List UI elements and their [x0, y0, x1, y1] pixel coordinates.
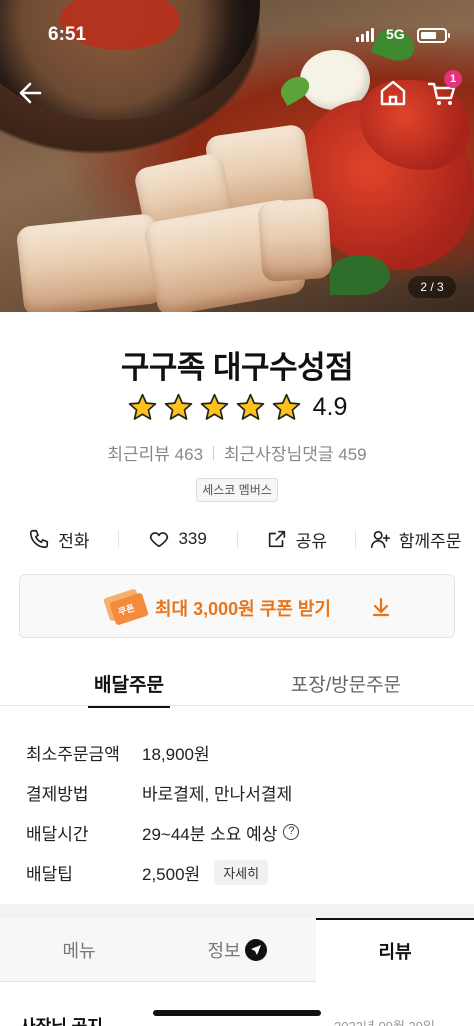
- tab-pickup[interactable]: 포장/방문주문: [280, 670, 412, 697]
- status-time: 6:51: [48, 24, 87, 45]
- person-plus-icon: [370, 530, 390, 549]
- group-order-label: 함께주문: [398, 531, 462, 551]
- store-actions: 전화 339 공유 함께주문: [0, 520, 474, 558]
- rating-value: 4.9: [312, 393, 348, 421]
- star-icon: [164, 393, 192, 420]
- owner-replies-link[interactable]: 최근사장님댓글 459: [224, 440, 367, 465]
- order-type-tabs: 배달주문 포장/방문주문: [0, 664, 474, 708]
- group-order-button[interactable]: 함께주문: [356, 527, 474, 552]
- tip-detail-button[interactable]: 자세히: [214, 859, 269, 885]
- tab-info[interactable]: 정보: [158, 918, 316, 982]
- home-icon[interactable]: [376, 76, 410, 110]
- help-icon[interactable]: ?: [283, 824, 300, 840]
- divider: [213, 445, 215, 460]
- recent-reviews-link[interactable]: 최근리뷰 463: [107, 440, 203, 465]
- cesco-member-badge: 세스코 멤버스: [196, 478, 278, 502]
- info-row-delivery-time: 배달시간 29~44분 소요 예상 ?: [26, 812, 456, 852]
- back-arrow-icon[interactable]: [14, 76, 48, 110]
- content-tabs: 메뉴 정보 리뷰: [0, 918, 474, 982]
- info-row-payment: 결제방법 바로결제, 만나서결제: [26, 784, 293, 804]
- download-arrow-icon: [372, 597, 390, 617]
- tab-review[interactable]: 리뷰: [316, 918, 474, 982]
- review-counts[interactable]: 최근리뷰 463 최근사장님댓글 459: [0, 440, 474, 465]
- heart-icon: [150, 532, 169, 548]
- coupon-ticket-icon: 쿠폰: [103, 588, 149, 626]
- status-bar: 6:51 5G: [0, 24, 474, 52]
- coupon-download-button[interactable]: 쿠폰 최대 3,000원 쿠폰 받기: [19, 574, 455, 638]
- battery-icon: [417, 28, 450, 43]
- owner-notice-title: 사장님 공지: [20, 1012, 103, 1026]
- like-count: 339: [178, 529, 207, 548]
- store-name: 구구족 대구수성점: [120, 350, 354, 385]
- coupon-label: 최대 3,000원 쿠폰 받기: [155, 599, 331, 619]
- share-icon: [268, 530, 285, 548]
- phone-icon: [30, 529, 49, 549]
- tab-menu[interactable]: 메뉴: [0, 918, 158, 982]
- star-icon: [200, 393, 228, 420]
- signal-icon: [356, 28, 374, 42]
- call-label: 전화: [58, 531, 90, 551]
- home-indicator[interactable]: [153, 1010, 321, 1016]
- tab-delivery[interactable]: 배달주문: [88, 670, 170, 708]
- star-icon: [272, 393, 300, 420]
- cart-count-badge: 1: [444, 70, 462, 88]
- star-icon: [128, 393, 156, 420]
- navigation-arrow-icon: [244, 938, 267, 961]
- share-label: 공유: [295, 531, 328, 551]
- delivery-info: 최소주문금액 18,900원 결제방법 바로결제, 만나서결제 배달시간 29~…: [26, 732, 456, 892]
- notice-date: 2022년 09월 29일: [334, 1016, 435, 1026]
- call-button[interactable]: 전화: [0, 527, 118, 552]
- network-label: 5G: [386, 26, 405, 42]
- info-row-min-order: 최소주문금액 18,900원: [26, 744, 210, 764]
- store-photo[interactable]: 6:51 5G 1 2 / 3: [0, 0, 474, 312]
- star-icon: [236, 393, 264, 420]
- info-row-delivery-tip: 배달팁 2,500원 자세히: [26, 852, 456, 892]
- like-button[interactable]: 339: [119, 528, 237, 550]
- rating-row[interactable]: 4.9: [0, 392, 474, 423]
- photo-pager: 2 / 3: [408, 276, 456, 298]
- share-button[interactable]: 공유: [238, 527, 356, 552]
